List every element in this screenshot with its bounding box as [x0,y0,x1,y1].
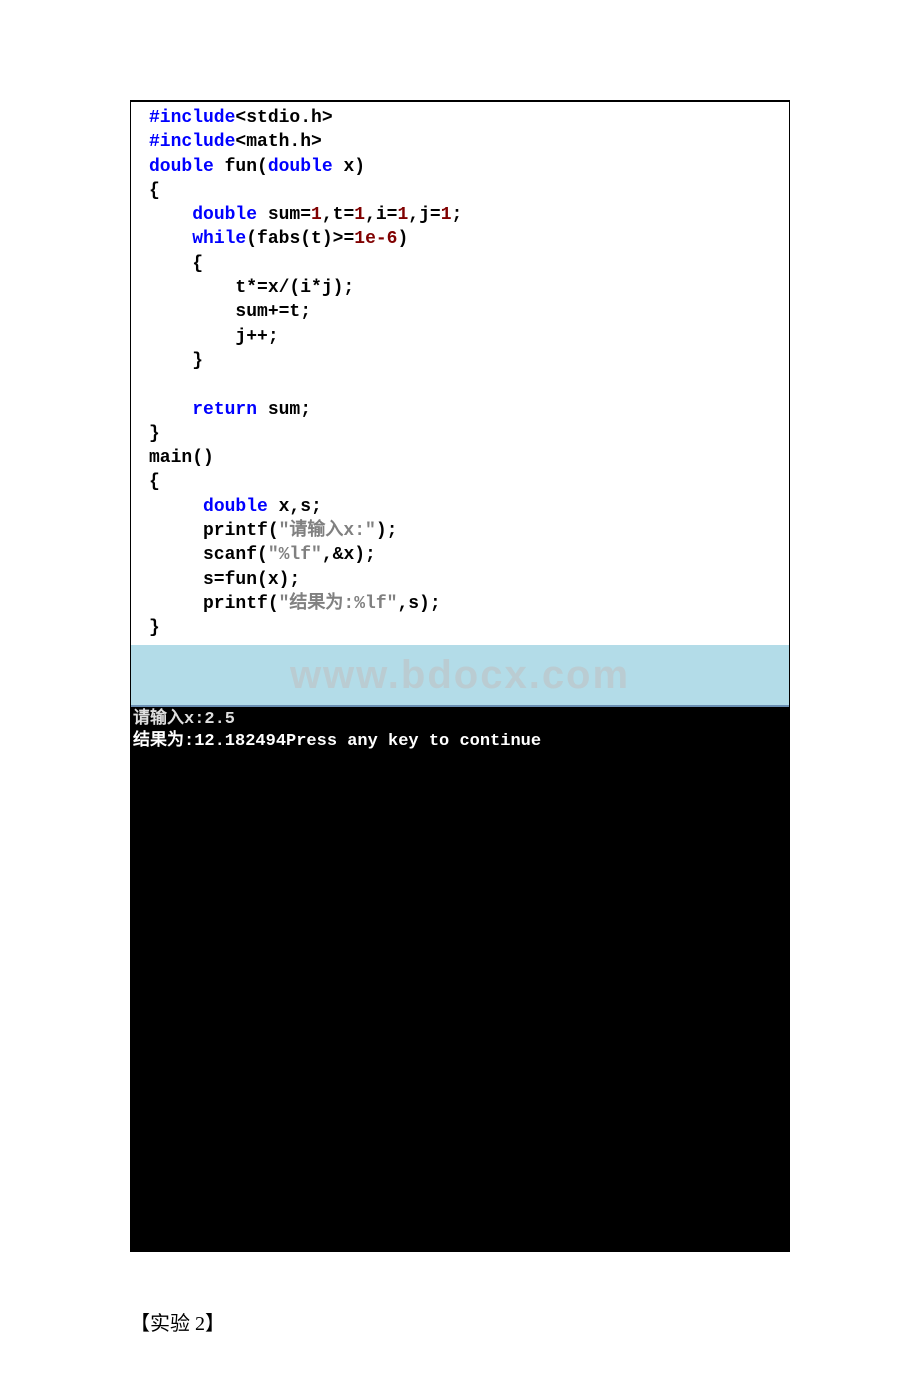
code-text: ); [376,521,398,541]
code-number: 1 [397,205,408,225]
code-text: ,i= [365,205,397,225]
code-keyword: double [268,157,333,177]
code-keyword: #include [149,108,235,128]
code-text: ) [397,229,408,249]
code-text [149,497,203,517]
code-text: ,s); [397,594,440,614]
section-heading: 【实验 2】 [130,1307,790,1336]
code-text: x) [333,157,365,177]
code-string: "请输入x:" [279,521,376,541]
code-text: <math.h> [235,132,321,152]
code-text: printf( [149,521,279,541]
code-text: } [149,351,203,371]
watermark-text: www.bdocx.com [290,653,630,697]
code-string: "%lf" [268,545,322,565]
code-text: j++; [149,327,279,347]
screenshot-container: #include<stdio.h> #include<math.h> doubl… [130,100,790,1252]
code-text [149,205,192,225]
code-text: s=fun(x); [149,570,300,590]
code-text [149,229,192,249]
code-text: (fabs(t)>= [246,229,354,249]
console-line: 结果为:12.182494Press any key to continue [133,732,541,751]
code-text: <stdio.h> [235,108,332,128]
code-keyword: #include [149,132,235,152]
code-text: } [149,424,160,444]
code-number: 1 [354,205,365,225]
code-text: ,&x); [322,545,376,565]
code-number: 1 [441,205,452,225]
code-string: "结果为:%lf" [279,594,398,614]
code-text: { [149,181,160,201]
code-keyword: double [149,157,214,177]
code-text: x,s; [268,497,322,517]
code-text: } [149,618,160,638]
console-output: 请输入x:2.5 结果为:12.182494Press any key to c… [131,705,789,1251]
code-keyword: while [192,229,246,249]
code-keyword: return [192,400,257,420]
code-text: t*=x/(i*j); [149,278,354,298]
code-text: main() [149,448,214,468]
document-page: #include<stdio.h> #include<math.h> doubl… [0,0,920,1396]
watermark-area: www.bdocx.com [131,645,789,705]
code-text: ,j= [408,205,440,225]
code-text: fun( [214,157,268,177]
code-text: sum; [257,400,311,420]
code-keyword: double [203,497,268,517]
code-text: { [149,472,160,492]
code-text: printf( [149,594,279,614]
code-text: { [149,254,203,274]
code-text: scanf( [149,545,268,565]
code-text [149,400,192,420]
code-number: 1e-6 [354,229,397,249]
code-editor: #include<stdio.h> #include<math.h> doubl… [131,102,789,645]
code-keyword: double [192,205,257,225]
console-line: 请输入x:2.5 [133,710,235,729]
code-number: 1 [311,205,322,225]
code-text: ,t= [322,205,354,225]
code-text: sum= [257,205,311,225]
code-text: ; [452,205,463,225]
code-text: sum+=t; [149,302,311,322]
